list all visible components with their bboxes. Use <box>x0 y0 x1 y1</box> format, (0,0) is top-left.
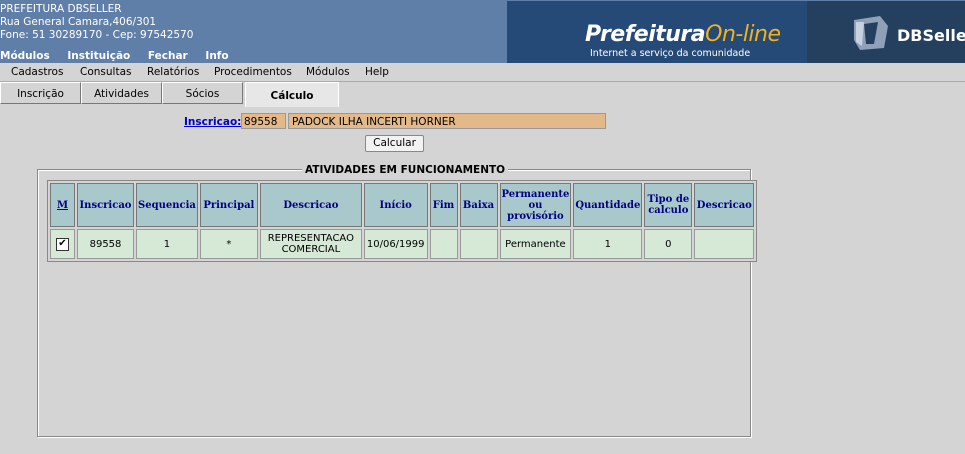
inscricao-code-field[interactable]: 89558 <box>241 113 286 129</box>
menu-cadastros[interactable]: Cadastros <box>11 66 63 78</box>
col-header-inicio: Início <box>363 183 428 227</box>
col-header-tipo-calculo: Tipo de calculo <box>644 183 693 227</box>
cell-inscricao: 89558 <box>77 229 134 259</box>
tab-bar: Inscrição Atividades Sócios Cálculo <box>0 82 965 107</box>
col-header-permanente: Permanente ou provisório <box>499 183 572 227</box>
tab-atividades[interactable]: Atividades <box>81 82 162 104</box>
menu-help[interactable]: Help <box>365 66 389 78</box>
dbseller-logo: DBSeller <box>897 26 965 45</box>
org-info: PREFEITURA DBSELLER Rua General Camara,4… <box>0 3 193 42</box>
cell-permanente: Permanente <box>499 229 572 259</box>
org-name: PREFEITURA DBSELLER <box>0 3 122 15</box>
cell-quantidade: 1 <box>573 229 643 259</box>
calcular-button[interactable]: Calcular <box>365 135 424 152</box>
menu-modulos[interactable]: Módulos <box>306 66 350 78</box>
row-checkbox[interactable]: ✔ <box>56 237 69 251</box>
cell-descricao: REPRESENTACAO COMERCIAL <box>259 229 362 259</box>
tab-socios[interactable]: Sócios <box>162 82 243 104</box>
inscricao-link[interactable]: Inscricao: <box>184 116 241 128</box>
col-header-m: M <box>50 183 75 227</box>
inscricao-name-field[interactable]: PADOCK ILHA INCERTI HORNER <box>288 113 606 129</box>
table-header-row: M Inscricao Sequencia Principal Descrica… <box>50 183 755 227</box>
table-row: ✔ 89558 1 * REPRESENTACAO COMERCIAL 10/0… <box>50 229 755 259</box>
org-address: Rua General Camara,406/301 <box>0 16 157 28</box>
cell-descricao-2 <box>694 229 755 259</box>
tab-calculo[interactable]: Cálculo <box>245 82 339 107</box>
top-menu-fechar[interactable]: Fechar <box>148 50 188 62</box>
cell-inicio: 10/06/1999 <box>363 229 428 259</box>
col-header-sequencia: Sequencia <box>136 183 198 227</box>
col-header-fim: Fim <box>429 183 458 227</box>
col-header-principal: Principal <box>199 183 258 227</box>
top-menu-info[interactable]: Info <box>205 50 228 62</box>
menu-procedimentos[interactable]: Procedimentos <box>214 66 292 78</box>
menu-relatorios[interactable]: Relatórios <box>147 66 199 78</box>
row-checkbox-cell: ✔ <box>50 229 75 259</box>
cell-fim <box>429 229 458 259</box>
org-contact: Fone: 51 30289170 - Cep: 97542570 <box>0 29 194 41</box>
col-header-descricao: Descricao <box>259 183 362 227</box>
dbseller-emblem-icon <box>854 16 888 50</box>
top-menu-instituicao[interactable]: Instituição <box>67 50 130 62</box>
top-menu-modulos[interactable]: Módulos <box>0 50 50 62</box>
menu-consultas[interactable]: Consultas <box>80 66 131 78</box>
activities-table: M Inscricao Sequencia Principal Descrica… <box>47 180 758 262</box>
col-header-quantidade: Quantidade <box>573 183 643 227</box>
cell-sequencia: 1 <box>136 229 198 259</box>
col-header-inscricao: Inscricao <box>77 183 134 227</box>
tab-inscricao[interactable]: Inscrição <box>0 82 81 104</box>
menu-bar: Cadastros Consultas Relatórios Procedime… <box>0 63 965 82</box>
top-menu: Módulos Instituição Fechar Info <box>0 50 243 62</box>
cell-tipo-calculo: 0 <box>644 229 693 259</box>
logo-tagline: Internet a serviço da comunidade <box>590 48 751 59</box>
cell-baixa <box>459 229 498 259</box>
cell-principal: * <box>199 229 258 259</box>
fieldset-legend: ATIVIDADES EM FUNCIONAMENTO <box>302 164 509 176</box>
col-header-descricao-2: Descricao <box>694 183 755 227</box>
col-header-baixa: Baixa <box>459 183 498 227</box>
prefeitura-online-logo: PrefeituraOn-line <box>585 22 781 47</box>
